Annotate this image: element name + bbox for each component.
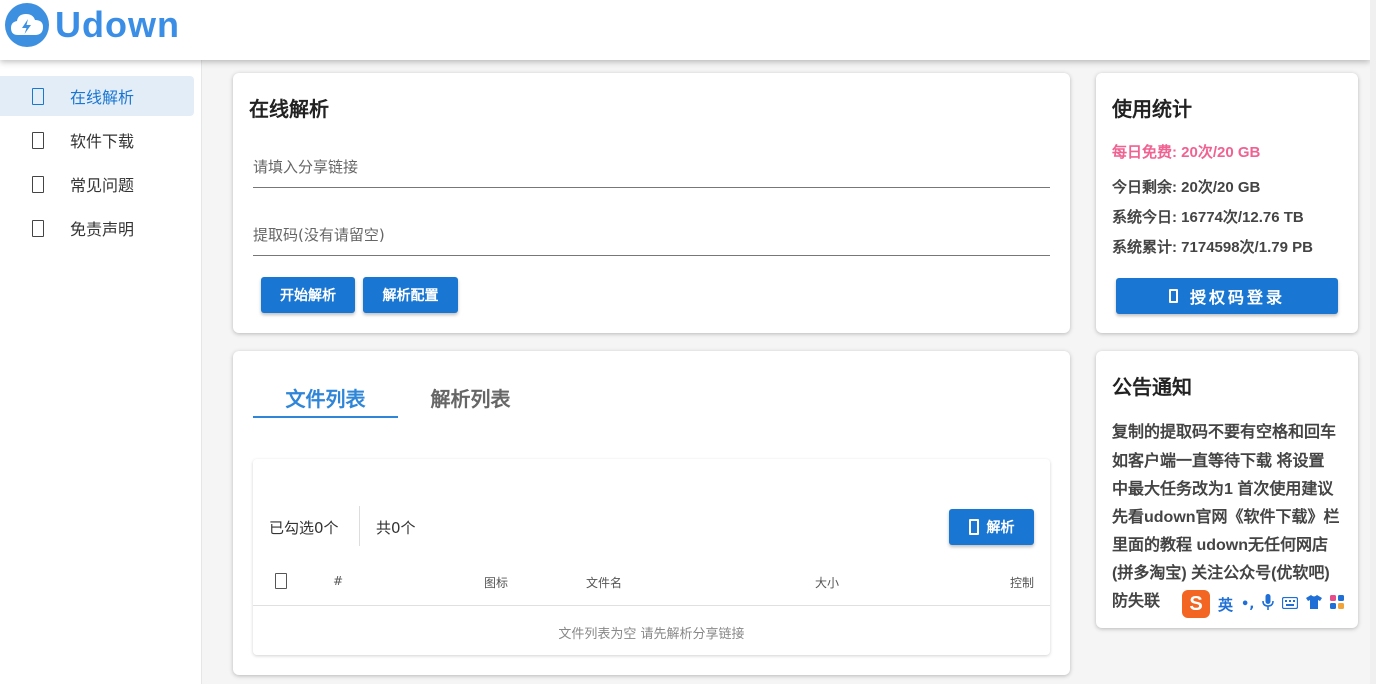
system-total: 系统累计: 7174598次/1.79 PB [1112,239,1313,256]
extract-code-input[interactable] [253,216,1050,254]
notice-line: 中最大任务改为1 首次使用建议 [1112,481,1334,498]
window-edge [1370,0,1376,684]
sidebar-item-faq[interactable]: 常见问题 [0,164,194,204]
notice-line: 复制的提取码不要有空格和回车 [1112,424,1337,441]
column-header-index: # [333,574,344,588]
system-today: 系统今日: 16774次/12.76 TB [1112,209,1304,226]
share-link-input[interactable] [253,148,1050,186]
auth-code-login-button[interactable]: 授权码登录 [1116,278,1338,314]
notice-line: (拼多淘宝) 关注公众号(优软吧) [1112,565,1330,582]
notice-line: 如客户端一直等待下载 将设置 [1112,453,1325,470]
column-header-icon[interactable]: 图标 [484,574,508,591]
skin-shirt-icon[interactable] [1306,595,1323,613]
page-icon [32,131,44,149]
notice-line: 先看udown官网《软件下载》栏 [1112,509,1340,526]
sidebar-item-software-download[interactable]: 软件下载 [0,120,194,160]
tab-file-list[interactable]: 文件列表 [253,383,398,412]
total-count: 共0个 [376,519,416,537]
ime-logo-icon[interactable]: S [1182,590,1210,618]
sidebar-item-label: 在线解析 [70,88,135,107]
stats-card: 使用统计 每日免费: 20次/20 GB 今日剩余: 20次/20 GB 系统今… [1096,73,1358,333]
keyboard-icon[interactable] [1282,595,1299,613]
page-icon [32,175,44,193]
today-remaining: 今日剩余: 20次/20 GB [1112,179,1261,196]
ime-punctuation-toggle[interactable]: •, [1241,597,1254,612]
files-card: 文件列表 解析列表 已勾选0个 共0个 解析 # 图标 文件名 大小 控制 文件… [233,351,1070,675]
toolbox-grid-icon[interactable] [1330,595,1345,613]
parse-selected-button[interactable]: 解析 [949,509,1034,545]
app-name: Udown [55,4,180,45]
page-icon [32,87,44,105]
start-parse-button[interactable]: 开始解析 [261,277,355,313]
notice-line: 里面的教程 udown无任何网店 [1112,537,1328,554]
cloud-lightning-icon [5,3,49,47]
parse-card: 在线解析 开始解析 解析配置 [233,73,1070,333]
ime-mode-toggle[interactable]: 英 [1218,594,1233,615]
page-icon [968,519,979,535]
ime-toolbar[interactable]: S 英 •, [1178,587,1358,621]
parse-config-button[interactable]: 解析配置 [363,277,458,313]
sidebar-item-label: 常见问题 [70,176,135,195]
empty-list-message: 文件列表为空 请先解析分享链接 [558,627,745,642]
page-icon [1168,289,1178,303]
microphone-icon[interactable] [1262,594,1275,614]
login-button-label: 授权码登录 [1189,288,1285,307]
parse-card-title: 在线解析 [249,97,329,121]
sidebar-item-disclaimer[interactable]: 免责声明 [0,208,194,248]
stats-card-title: 使用统计 [1112,97,1192,121]
column-header-control: 控制 [1010,576,1035,590]
active-tab-indicator [253,416,398,418]
selected-count: 已勾选0个 [269,519,339,537]
column-header-size[interactable]: 大小 [815,574,839,591]
notice-card-title: 公告通知 [1112,375,1192,399]
daily-free-quota: 每日免费: 20次/20 GB [1112,144,1261,161]
top-header: Udown [0,0,1370,60]
sidebar-item-label: 免责声明 [70,220,135,239]
page-icon [32,219,44,237]
notice-line: 防失联 [1112,593,1161,610]
extract-code-field [253,216,1050,256]
select-all-checkbox[interactable] [275,573,287,589]
tab-parse-list[interactable]: 解析列表 [398,383,543,412]
app-logo[interactable]: Udown [5,3,180,47]
column-header-filename[interactable]: 文件名 [586,574,622,591]
parse-button-label: 解析 [986,520,1015,536]
file-list-panel: 已勾选0个 共0个 解析 # 图标 文件名 大小 控制 文件列表为空 请先解析分… [253,459,1050,655]
table-header-divider [253,605,1050,606]
divider [359,506,360,546]
sidebar: 在线解析 软件下载 常见问题 免责声明 [0,60,202,684]
sidebar-item-label: 软件下载 [70,132,135,151]
sidebar-item-online-parse[interactable]: 在线解析 [0,76,194,116]
share-link-field [253,148,1050,188]
